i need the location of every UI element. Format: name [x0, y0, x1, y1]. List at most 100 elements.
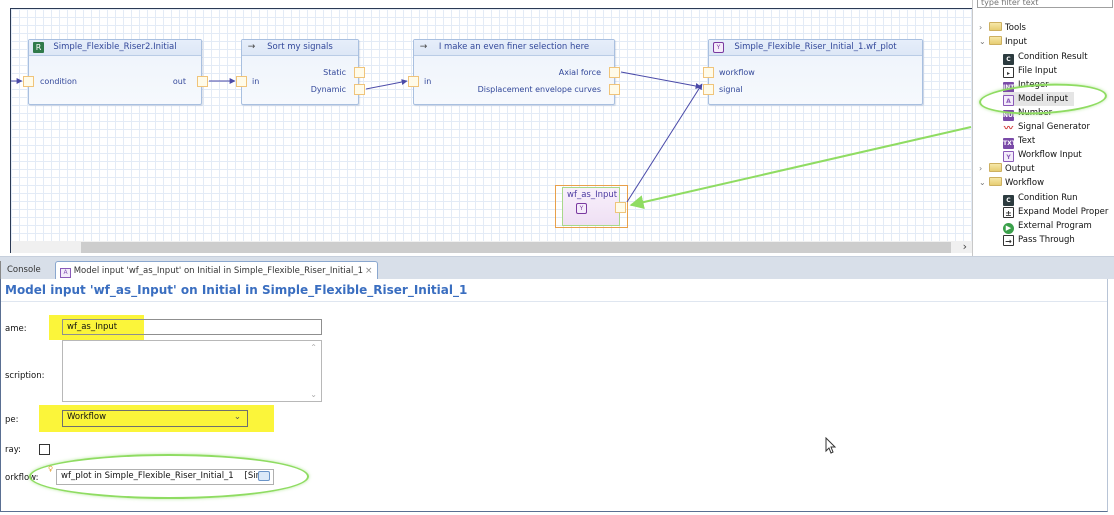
palette-item-label: Output	[1005, 164, 1035, 174]
edge-dynamic-to-in	[365, 79, 408, 90]
type-label: pe:	[5, 415, 19, 425]
node-wf-as-input-selection[interactable]: wf_as_Input Y	[555, 185, 628, 228]
palette-item-expand-model-properties[interactable]: ± Expand Model Proper	[1003, 205, 1108, 219]
palette-item-label: Condition Result	[1018, 52, 1088, 62]
node-header: R Simple_Flexible_Riser2.Initial	[29, 40, 201, 56]
port-condition[interactable]	[23, 76, 34, 87]
editor-title-text: Model input 'wf_as_Input' on Initial in …	[5, 283, 468, 297]
palette-item-label: Condition Run	[1018, 193, 1078, 203]
palette-item-external-program[interactable]: ▶ External Program	[1003, 219, 1092, 234]
node-title: Simple_Flexible_Riser_Initial_1.wf_plot	[734, 42, 897, 52]
palette-item-file-input[interactable]: ▸ File Input	[1003, 64, 1057, 78]
port-out[interactable]	[197, 76, 208, 87]
type-selected-value: Workflow	[67, 412, 107, 422]
port-dynamic[interactable]	[354, 84, 365, 95]
array-label: ray:	[5, 445, 21, 455]
diagram-canvas[interactable]: R Simple_Flexible_Riser2.Initial conditi…	[10, 8, 972, 253]
palette-item-condition-run[interactable]: C Condition Run	[1003, 191, 1078, 206]
name-input[interactable]	[62, 319, 322, 335]
port-static[interactable]	[354, 67, 365, 78]
tab-label: Console	[7, 265, 41, 275]
scroll-down-icon[interactable]: ⌄	[310, 388, 317, 401]
annotation-ellipse-workflow	[29, 454, 309, 499]
name-label: ame:	[5, 324, 27, 334]
editor-title: Model input 'wf_as_Input' on Initial in …	[5, 283, 467, 297]
palette-folder-output[interactable]: › Output	[979, 162, 1035, 176]
mouse-cursor-icon	[825, 437, 837, 454]
node-title: Sort my signals	[267, 42, 333, 52]
chevron-down-icon[interactable]: ⌄	[979, 35, 989, 49]
chevron-right-icon[interactable]: ›	[979, 162, 989, 176]
property-editor: Model input 'wf_as_Input' on Initial in …	[0, 279, 1108, 512]
node-simple-flexible-riser2-initial[interactable]: R Simple_Flexible_Riser2.Initial	[28, 39, 202, 105]
pass-through-icon: →	[1003, 235, 1014, 246]
palette-item-text[interactable]: TXT Text	[1003, 134, 1035, 149]
editor-tab-bar: Console A Model input 'wf_as_Input' on I…	[0, 256, 1114, 280]
folder-icon	[989, 177, 1002, 186]
palette-filter-input[interactable]	[977, 0, 1113, 8]
type-select[interactable]: Workflow ⌄	[62, 410, 248, 427]
scroll-right-icon[interactable]: ›	[963, 240, 967, 253]
palette-item-pass-through[interactable]: → Pass Through	[1003, 233, 1075, 247]
palette-folder-input[interactable]: ⌄ Input	[979, 35, 1027, 49]
node-header: → I make an even finer selection here	[414, 40, 614, 56]
run-icon: R	[33, 42, 44, 53]
port-out[interactable]	[615, 202, 626, 213]
palette-folder-workflow[interactable]: ⌄ Workflow	[979, 176, 1044, 190]
tab-console[interactable]: Console	[0, 261, 45, 280]
node-title: Simple_Flexible_Riser2.Initial	[53, 42, 177, 52]
port-label-displacement-envelope-curves: Displacement envelope curves	[477, 85, 601, 94]
palette-item-label: Expand Model Proper	[1018, 207, 1109, 217]
palette-item-label: External Program	[1018, 221, 1092, 231]
array-checkbox[interactable]	[39, 444, 50, 455]
port-in[interactable]	[236, 76, 247, 87]
port-label-static: Static	[323, 68, 346, 77]
port-axial-force[interactable]	[609, 67, 620, 78]
close-icon[interactable]: ×	[365, 266, 373, 276]
edge-axial-force-to-signal	[620, 71, 702, 89]
port-label-signal: signal	[719, 85, 743, 94]
chevron-down-icon: ⌄	[233, 412, 241, 422]
expand-icon: ±	[1003, 207, 1014, 218]
folder-icon	[989, 36, 1002, 45]
port-label-in: in	[424, 77, 432, 86]
port-label-out: out	[172, 77, 186, 86]
scroll-up-icon[interactable]: ⌃	[310, 341, 317, 354]
port-label-in: in	[252, 77, 260, 86]
node-header: Y Simple_Flexible_Riser_Initial_1.wf_plo…	[709, 40, 922, 56]
description-label: scription:	[5, 371, 45, 381]
file-input-icon: ▸	[1003, 67, 1014, 78]
port-in[interactable]	[408, 76, 419, 87]
palette-folder-tools[interactable]: › Tools	[979, 21, 1026, 35]
chevron-right-icon[interactable]: ›	[979, 21, 989, 35]
port-label-axial-force: Axial force	[558, 68, 601, 77]
palette-item-signal-generator[interactable]: 〰 Signal Generator	[1003, 120, 1090, 135]
chevron-down-icon[interactable]: ⌄	[979, 176, 989, 190]
port-signal[interactable]	[703, 84, 714, 95]
palette-item-condition-result[interactable]: C Condition Result	[1003, 50, 1088, 65]
palette-panel: › Tools ⌄ Input CCondition Result ▸ File In…	[972, 0, 1114, 256]
palette-item-label: Input	[1005, 37, 1028, 47]
port-workflow[interactable]	[703, 67, 714, 78]
palette-item-label: Pass Through	[1018, 235, 1075, 245]
node-wf-as-input[interactable]: wf_as_Input Y	[562, 187, 620, 226]
scrollbar-thumb[interactable]	[81, 242, 951, 253]
horizontal-scrollbar[interactable]: ›	[11, 240, 972, 253]
node-title: wf_as_Input	[567, 190, 618, 200]
annotation-ellipse-model-input	[978, 80, 1108, 118]
palette-item-label: Tools	[1005, 23, 1026, 33]
workflow-input-icon: Y	[1003, 151, 1014, 162]
folder-icon	[989, 22, 1002, 31]
palette-item-label: Workflow	[1005, 178, 1045, 188]
port-label-workflow: workflow	[719, 68, 755, 77]
palette-item-label: Signal Generator	[1018, 122, 1090, 132]
palette-item-label: File Input	[1018, 66, 1057, 76]
port-displacement-envelope-curves[interactable]	[609, 84, 620, 95]
port-label-dynamic: Dynamic	[310, 85, 346, 94]
description-textarea[interactable]: ⌃ ⌄	[62, 340, 322, 402]
port-label-condition: condition	[40, 77, 77, 86]
palette-item-workflow-input[interactable]: Y Workflow Input	[1003, 148, 1082, 162]
workflow-plot-icon: Y	[576, 203, 587, 214]
tab-model-input[interactable]: A Model input 'wf_as_Input' on Initial i…	[55, 261, 378, 280]
tab-label: Model input 'wf_as_Input' on Initial in …	[73, 266, 364, 276]
